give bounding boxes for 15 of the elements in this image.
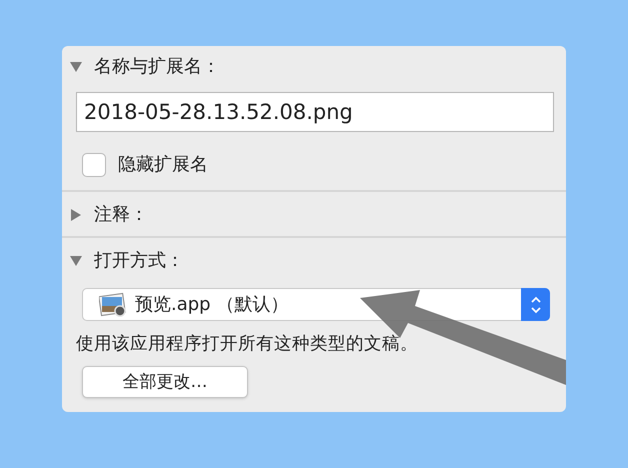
collapse-triangle-icon[interactable] xyxy=(70,61,82,73)
photo-app-icon xyxy=(99,292,127,318)
change-all-button[interactable]: 全部更改… xyxy=(82,366,248,398)
stepper-icon xyxy=(521,288,550,321)
section-title: 打开方式： xyxy=(94,250,184,272)
filename-field[interactable]: 2018-05-28.13.52.08.png xyxy=(76,92,554,132)
expand-triangle-icon[interactable] xyxy=(70,209,82,221)
section-title: 注释： xyxy=(94,204,148,226)
description-text: 使用该应用程序打开所有这种类型的文稿。 xyxy=(76,333,419,356)
collapse-triangle-icon[interactable] xyxy=(70,255,82,267)
section-title: 名称与扩展名： xyxy=(94,56,220,78)
app-popup-button[interactable]: 预览.app （默认） xyxy=(82,288,550,321)
app-name: 预览.app （默认） xyxy=(135,293,290,317)
checkbox-label: 隐藏扩展名 xyxy=(118,153,208,177)
checkbox[interactable] xyxy=(82,152,106,176)
